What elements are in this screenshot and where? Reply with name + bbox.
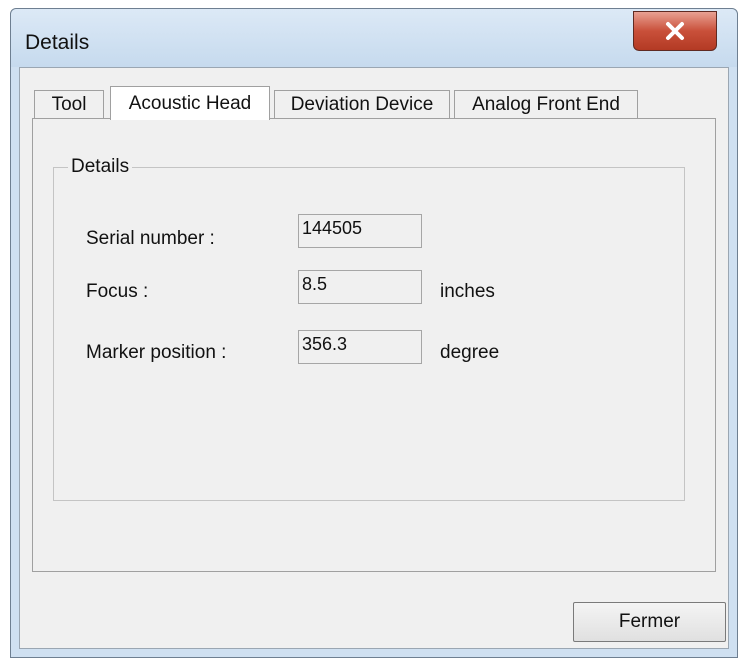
focus-field[interactable]: 8.5 (298, 270, 422, 304)
window-title: Details (25, 31, 90, 54)
tab-analog-front-end[interactable]: Analog Front End (454, 90, 638, 118)
focus-unit: inches (440, 281, 495, 302)
serial-number-label: Serial number : (86, 228, 215, 249)
tab-deviation-device[interactable]: Deviation Device (274, 90, 450, 118)
serial-number-field[interactable]: 144505 (298, 214, 422, 248)
dialog-client-area: Tool Acoustic Head Deviation Device Anal… (19, 67, 729, 649)
focus-label: Focus : (86, 281, 149, 302)
groupbox-title: Details (68, 156, 133, 178)
tab-panel-acoustic-head: Details Serial number : 144505 Focus : 8… (32, 118, 716, 572)
marker-position-field[interactable]: 356.3 (298, 330, 422, 364)
close-icon (666, 22, 684, 40)
close-dialog-button[interactable]: Fermer (573, 602, 726, 642)
window-close-button[interactable] (633, 11, 717, 51)
tab-acoustic-head[interactable]: Acoustic Head (110, 86, 270, 120)
marker-position-label: Marker position : (86, 342, 227, 363)
marker-position-unit: degree (440, 342, 500, 363)
tab-tool[interactable]: Tool (34, 90, 104, 118)
details-window: Details Tool Acoustic Head Deviation Dev… (10, 8, 738, 658)
details-groupbox: Details Serial number : 144505 Focus : 8… (53, 156, 685, 501)
title-bar[interactable]: Details (11, 9, 737, 67)
